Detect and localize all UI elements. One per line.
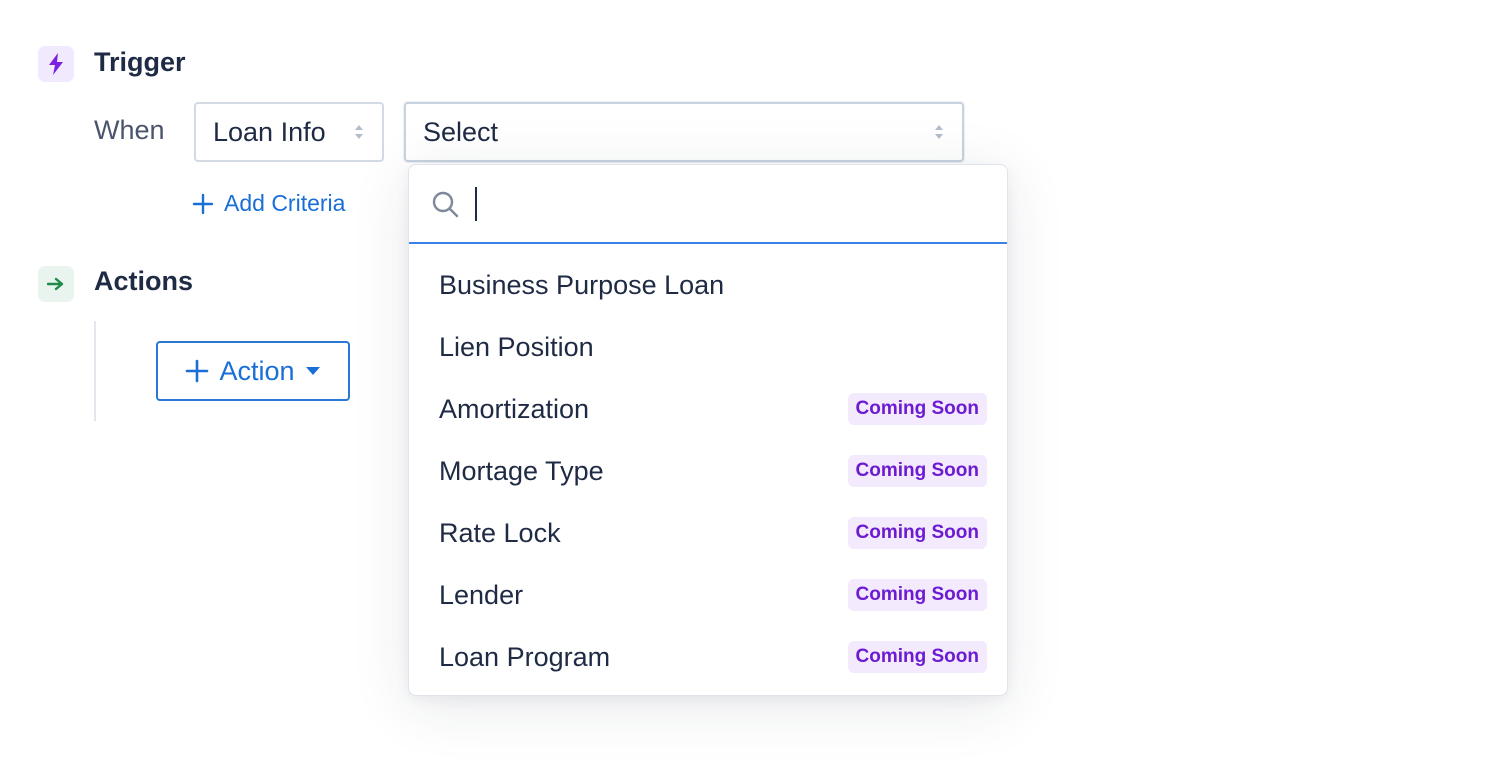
coming-soon-badge: Coming Soon [847, 393, 987, 425]
actions-connector-line [94, 321, 96, 421]
trigger-title: Trigger [94, 47, 186, 77]
dropdown-option[interactable]: Business Purpose Loan [409, 254, 1007, 316]
text-caret [475, 186, 477, 221]
sort-arrows-icon [935, 125, 943, 139]
coming-soon-badge: Coming Soon [847, 641, 987, 673]
add-criteria-label: Add Criteria [224, 190, 346, 216]
dropdown-option-label: Amortization [439, 393, 590, 424]
dropdown-option-label: Business Purpose Loan [439, 269, 725, 300]
arrow-right-icon [38, 266, 74, 302]
dropdown-option[interactable]: Lender Coming Soon [409, 564, 1007, 626]
dropdown-search-input[interactable] [473, 188, 953, 219]
dropdown-option[interactable]: Lien Position [409, 316, 1007, 378]
dropdown-option[interactable]: Amortization Coming Soon [409, 378, 1007, 440]
field-select-value: Select [423, 116, 499, 147]
dropdown-search [409, 165, 1007, 244]
coming-soon-badge: Coming Soon [847, 579, 987, 611]
dropdown-option-label: Loan Program [439, 641, 611, 672]
dropdown-option-label: Lender [439, 579, 524, 610]
lightning-icon [38, 46, 74, 82]
coming-soon-badge: Coming Soon [847, 517, 987, 549]
coming-soon-badge: Coming Soon [847, 455, 987, 487]
search-icon [432, 191, 459, 217]
workflow-editor: Trigger When Loan Info Select Add Criter… [0, 0, 1498, 772]
category-select-value: Loan Info [213, 116, 326, 147]
dropdown-option-list: Business Purpose Loan Lien Position Amorti… [409, 244, 1007, 688]
field-select[interactable]: Select [404, 102, 964, 162]
dropdown-option[interactable]: Mortage Type Coming Soon [409, 440, 1007, 502]
category-select[interactable]: Loan Info [194, 102, 384, 162]
plus-icon [192, 193, 214, 214]
dropdown-option-label: Rate Lock [439, 517, 561, 548]
add-action-label: Action [219, 355, 295, 386]
plus-icon [186, 359, 209, 383]
when-label: When [94, 115, 165, 145]
dropdown-option-label: Lien Position [439, 331, 594, 362]
dropdown-option[interactable]: Rate Lock Coming Soon [409, 502, 1007, 564]
dropdown-option[interactable]: Loan Program Coming Soon [409, 626, 1007, 688]
add-action-button[interactable]: Action [156, 341, 350, 401]
actions-title: Actions [94, 266, 194, 296]
add-criteria-button[interactable]: Add Criteria [192, 190, 345, 217]
field-dropdown-menu: Business Purpose Loan Lien Position Amorti… [408, 164, 1008, 696]
dropdown-option-label: Mortage Type [439, 455, 604, 486]
sort-arrows-icon [355, 125, 363, 139]
caret-down-icon [305, 367, 320, 375]
